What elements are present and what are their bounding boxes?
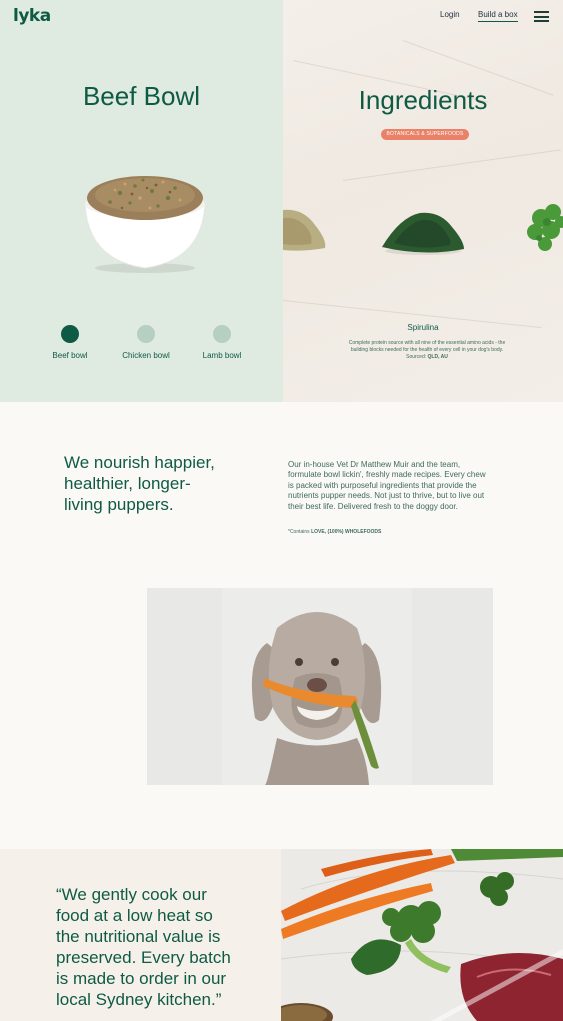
hero-section: lyka Beef Bowl Beef bowl Chicken bowl La…: [0, 0, 563, 402]
bowl-title: Beef Bowl: [82, 81, 201, 111]
hamburger-menu-icon[interactable]: [534, 11, 549, 22]
lamb-icon: [213, 325, 231, 343]
dog-with-carrot-photo: [147, 588, 493, 785]
beef-bowl-image: [84, 176, 206, 273]
botanical-powder-image: [283, 209, 326, 251]
tab-lamb-bowl[interactable]: Lamb bowl: [182, 325, 262, 360]
footnote-bold: LOVE, (100%) WHOLEFOODS: [311, 529, 382, 535]
spirulina-powder-image: [382, 212, 464, 255]
nourish-heading: We nourish happier, healthier, longer-li…: [64, 453, 215, 514]
ingredients-panel: Ingredients BOTANICALS & SUPERFOODS Spir…: [283, 0, 563, 402]
tab-label: Lamb bowl: [202, 351, 242, 360]
footnote-prefix: *Contains: [288, 529, 310, 535]
tab-chicken-bowl[interactable]: Chicken bowl: [106, 325, 186, 360]
ingredient-category-badge[interactable]: BOTANICALS & SUPERFOODS: [381, 129, 469, 140]
kitchen-quote: “We gently cook our food at a low heat s…: [56, 885, 231, 1009]
bowl-tabs: Beef bowl Chicken bowl Lamb bowl: [30, 325, 260, 365]
ingredient-source: QLD, AU: [427, 354, 448, 360]
tab-beef-bowl[interactable]: Beef bowl: [30, 325, 110, 360]
build-a-box-link[interactable]: Build a box: [478, 10, 518, 22]
fresh-ingredients-photo: [281, 849, 563, 1021]
ingredient-name: Spirulina: [407, 323, 439, 332]
ingredients-title: Ingredients: [358, 85, 488, 115]
nourish-body: Our in-house Vet Dr Matthew Muir and the…: [288, 460, 486, 511]
chicken-icon: [137, 325, 155, 343]
lyka-logo[interactable]: lyka: [13, 6, 51, 26]
nourish-footnote: *Contains LOVE, (100%) WHOLEFOODS: [288, 529, 381, 535]
beef-icon: [61, 325, 79, 343]
bowl-panel: lyka Beef Bowl Beef bowl Chicken bowl La…: [0, 0, 283, 402]
login-link[interactable]: Login: [440, 10, 460, 19]
tab-label: Chicken bowl: [122, 351, 170, 360]
tab-label: Beef bowl: [52, 351, 88, 360]
ingredient-description: Complete protein source with all nine of…: [342, 340, 512, 361]
parsley-image: [527, 204, 563, 251]
